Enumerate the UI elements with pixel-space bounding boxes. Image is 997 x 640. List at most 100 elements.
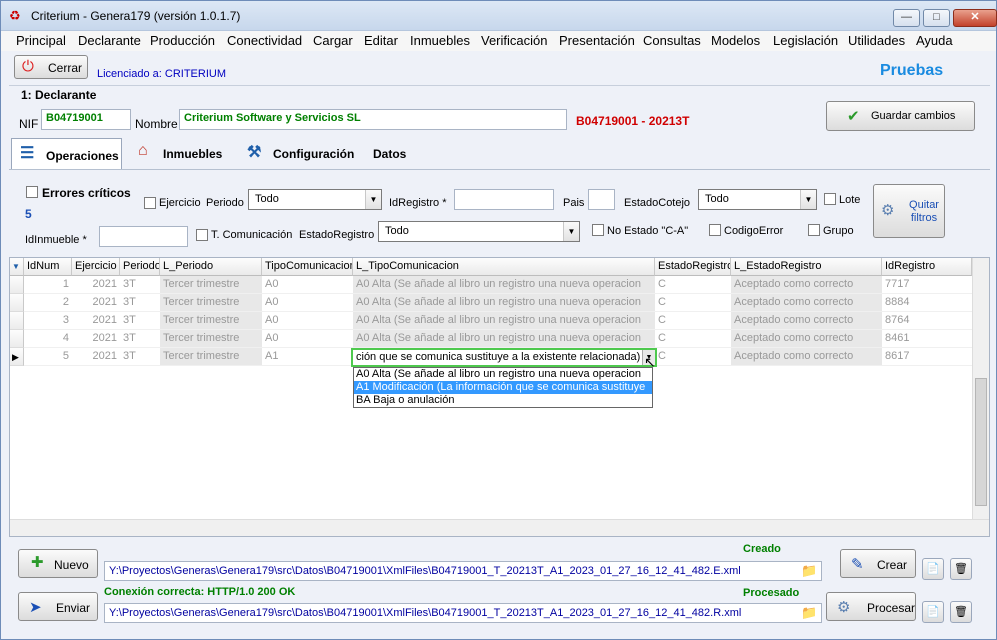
tab-configuracion[interactable]: ⚒ Configuración bbox=[245, 138, 363, 169]
nif-field[interactable]: B04719001 bbox=[41, 109, 131, 130]
created-file-path[interactable]: Y:\Proyectos\Generas\Genera179\src\Datos… bbox=[104, 561, 822, 581]
dropdown-option-selected[interactable]: A1 Modificación (La información que se c… bbox=[354, 381, 652, 394]
trash-icon[interactable]: 🗑 bbox=[950, 601, 972, 623]
table-cell[interactable]: Tercer trimestre bbox=[160, 294, 262, 312]
table-cell[interactable]: Aceptado como correcto bbox=[731, 330, 882, 348]
table-cell[interactable]: A0 Alta (Se añade al libro un registro u… bbox=[353, 294, 655, 312]
errores-criticos-checkbox[interactable] bbox=[26, 186, 38, 198]
table-cell[interactable]: 3T bbox=[120, 294, 160, 312]
maximize-button[interactable]: □ bbox=[923, 9, 950, 27]
row-indicator[interactable] bbox=[10, 276, 24, 294]
table-cell[interactable]: Tercer trimestre bbox=[160, 312, 262, 330]
table-cell[interactable]: C bbox=[655, 276, 731, 294]
table-cell[interactable]: 3T bbox=[120, 276, 160, 294]
tab-operaciones[interactable]: ☰ Operaciones bbox=[11, 138, 122, 169]
row-indicator[interactable]: ▶ bbox=[10, 348, 24, 366]
tab-inmuebles[interactable]: ⌂ Inmuebles bbox=[133, 138, 237, 169]
horizontal-scrollbar[interactable] bbox=[10, 519, 989, 536]
nuevo-button[interactable]: ✚ Nuevo bbox=[18, 549, 98, 578]
view-file-icon[interactable]: 📄 bbox=[922, 558, 944, 580]
table-cell[interactable]: A0 Alta (Se añade al libro un registro u… bbox=[353, 312, 655, 330]
folder-icon[interactable]: 📁 bbox=[801, 605, 817, 621]
folder-icon[interactable]: 📁 bbox=[801, 563, 817, 579]
no-estado-checkbox[interactable] bbox=[592, 224, 604, 236]
table-cell[interactable]: Tercer trimestre bbox=[160, 276, 262, 294]
estadoregistro-select[interactable]: Todo ▼ bbox=[378, 221, 580, 242]
nombre-field[interactable]: Criterium Software y Servicios SL bbox=[179, 109, 567, 130]
table-cell[interactable]: Aceptado como correcto bbox=[731, 276, 882, 294]
table-cell[interactable]: 3T bbox=[120, 348, 160, 366]
table-cell[interactable]: 2021 bbox=[72, 294, 120, 312]
response-file-path[interactable]: Y:\Proyectos\Generas\Genera179\src\Datos… bbox=[104, 603, 822, 623]
close-window-button[interactable]: ✕ bbox=[953, 9, 997, 27]
idinmueble-input[interactable] bbox=[99, 226, 188, 247]
grupo-checkbox[interactable] bbox=[808, 224, 820, 236]
table-cell[interactable]: C bbox=[655, 312, 731, 330]
table-cell[interactable]: 3T bbox=[120, 330, 160, 348]
table-cell[interactable]: 2021 bbox=[72, 348, 120, 366]
minimize-button[interactable]: — bbox=[893, 9, 920, 27]
ejercicio-checkbox[interactable] bbox=[144, 197, 156, 209]
pais-input[interactable] bbox=[588, 189, 615, 210]
table-cell[interactable]: A0 bbox=[262, 276, 353, 294]
periodo-select[interactable]: Todo ▼ bbox=[248, 189, 382, 210]
menu-declarante[interactable]: Declarante bbox=[78, 33, 141, 48]
table-cell[interactable]: 8764 bbox=[882, 312, 972, 330]
col-header[interactable]: L_TipoComunicacion bbox=[353, 258, 655, 276]
table-cell[interactable]: 8884 bbox=[882, 294, 972, 312]
table-cell[interactable]: A0 bbox=[262, 294, 353, 312]
quitar-filtros-button[interactable]: ⚙ Quitar filtros bbox=[873, 184, 945, 238]
guardar-cambios-button[interactable]: ✔ Guardar cambios bbox=[826, 101, 975, 131]
menu-legislacion[interactable]: Legislación bbox=[773, 33, 838, 48]
tab-datos[interactable]: Datos bbox=[369, 138, 421, 169]
table-cell[interactable]: A0 bbox=[262, 312, 353, 330]
dropdown-option[interactable]: A0 Alta (Se añade al libro un registro u… bbox=[354, 368, 652, 381]
tipocomunicacion-edit-combo[interactable]: ción que se comunica sustituye a la exis… bbox=[351, 348, 657, 367]
menu-principal[interactable]: Principal bbox=[16, 33, 66, 48]
scroll-thumb[interactable] bbox=[975, 378, 987, 506]
table-cell[interactable]: 3 bbox=[24, 312, 72, 330]
table-cell[interactable]: 2021 bbox=[72, 330, 120, 348]
menu-modelos[interactable]: Modelos bbox=[711, 33, 760, 48]
menu-presentacion[interactable]: Presentación bbox=[559, 33, 635, 48]
row-indicator[interactable] bbox=[10, 294, 24, 312]
table-cell[interactable]: Aceptado como correcto bbox=[731, 348, 882, 366]
menu-verificacion[interactable]: Verificación bbox=[481, 33, 547, 48]
col-header[interactable]: TipoComunicacion bbox=[262, 258, 353, 276]
table-cell[interactable]: Tercer trimestre bbox=[160, 348, 262, 366]
procesar-button[interactable]: ⚙ Procesar bbox=[826, 592, 916, 621]
tipocomunicacion-dropdown[interactable]: A0 Alta (Se añade al libro un registro u… bbox=[353, 367, 653, 408]
table-cell[interactable]: 1 bbox=[24, 276, 72, 294]
table-cell[interactable]: 2021 bbox=[72, 312, 120, 330]
table-cell[interactable]: C bbox=[655, 294, 731, 312]
tcomunicacion-checkbox[interactable] bbox=[196, 229, 208, 241]
menu-consultas[interactable]: Consultas bbox=[643, 33, 701, 48]
col-header[interactable]: EstadoRegistro bbox=[655, 258, 731, 276]
menu-conectividad[interactable]: Conectividad bbox=[227, 33, 302, 48]
table-cell[interactable]: 4 bbox=[24, 330, 72, 348]
col-header[interactable]: Ejercicio bbox=[72, 258, 120, 276]
menu-editar[interactable]: Editar bbox=[364, 33, 398, 48]
menu-ayuda[interactable]: Ayuda bbox=[916, 33, 953, 48]
table-cell[interactable]: A0 bbox=[262, 330, 353, 348]
enviar-button[interactable]: ➤ Enviar bbox=[18, 592, 98, 621]
estadocotejo-select[interactable]: Todo ▼ bbox=[698, 189, 817, 210]
row-indicator[interactable] bbox=[10, 330, 24, 348]
table-cell[interactable]: C bbox=[655, 330, 731, 348]
col-header[interactable]: IdRegistro bbox=[882, 258, 972, 276]
table-cell[interactable]: Tercer trimestre bbox=[160, 330, 262, 348]
table-cell[interactable]: 2021 bbox=[72, 276, 120, 294]
lote-checkbox[interactable] bbox=[824, 193, 836, 205]
vertical-scrollbar[interactable] bbox=[972, 258, 989, 520]
cerrar-button[interactable]: ⏻ Cerrar bbox=[14, 55, 88, 79]
col-header[interactable]: IdNum bbox=[24, 258, 72, 276]
table-cell[interactable]: 7717 bbox=[882, 276, 972, 294]
table-cell[interactable]: C bbox=[655, 348, 731, 366]
table-cell[interactable]: 3T bbox=[120, 312, 160, 330]
menu-cargar[interactable]: Cargar bbox=[313, 33, 353, 48]
table-cell[interactable]: A0 Alta (Se añade al libro un registro u… bbox=[353, 330, 655, 348]
trash-icon[interactable]: 🗑 bbox=[950, 558, 972, 580]
table-cell[interactable]: A1 bbox=[262, 348, 353, 366]
dropdown-option[interactable]: BA Baja o anulación bbox=[354, 394, 652, 407]
col-header[interactable]: Periodo bbox=[120, 258, 160, 276]
